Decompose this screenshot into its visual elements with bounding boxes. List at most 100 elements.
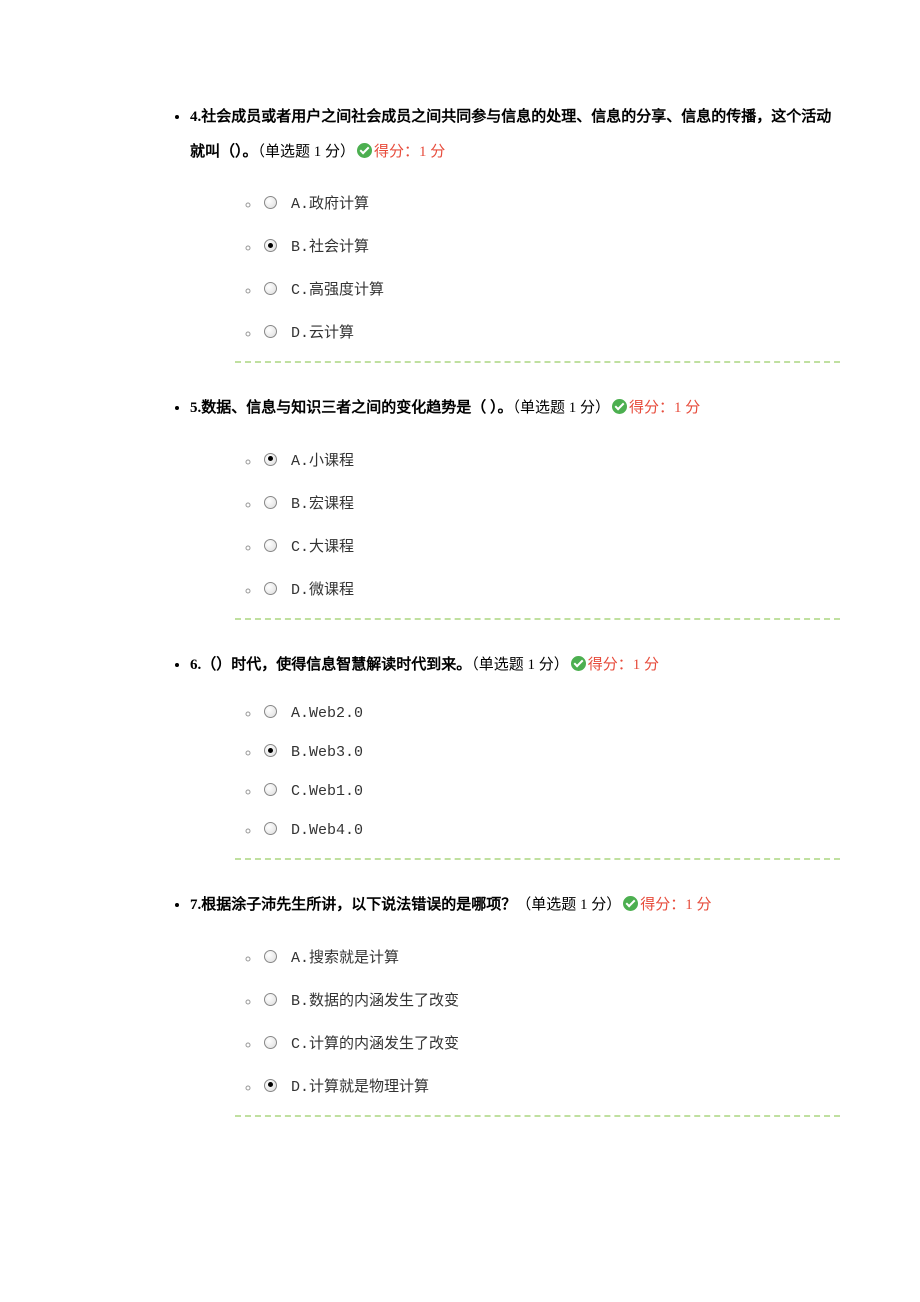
option-letter: A. xyxy=(291,705,309,722)
option-item: B.数据的内涵发生了改变 xyxy=(260,978,840,1021)
question-item: 7.根据涂子沛先生所讲，以下说法错误的是哪项？（单选题 1 分） 得分：1 分 A.… xyxy=(190,888,840,1117)
option-list: A.小课程 B.宏课程 C.大课程 D.微课程 xyxy=(190,438,840,610)
radio-icon[interactable] xyxy=(264,783,277,796)
question-type-label: （单选题 1 分） xyxy=(516,897,621,913)
option-list: A.Web2.0 B.Web3.0 C.Web1.0 D.Web4.0 xyxy=(190,694,840,850)
option-letter: D. xyxy=(291,582,309,599)
option-label: D.计算就是物理计算 xyxy=(291,1079,429,1096)
option-text: 计算的内涵发生了改变 xyxy=(309,1036,459,1053)
option-text: Web1.0 xyxy=(309,783,363,800)
option-label: D.微课程 xyxy=(291,582,354,599)
option-text: 大课程 xyxy=(309,539,354,556)
question-type-label: （单选题 1 分） xyxy=(513,400,611,416)
score-text: 得分：1 分 xyxy=(588,657,659,673)
option-text: 云计算 xyxy=(309,325,354,342)
question-number: 7. xyxy=(190,897,201,913)
option-text: 微课程 xyxy=(309,582,354,599)
question-body: 根据涂子沛先生所讲，以下说法错误的是哪项？ xyxy=(201,897,516,913)
option-label: A.小课程 xyxy=(291,453,354,470)
option-item: C.大课程 xyxy=(260,524,840,567)
option-text: Web2.0 xyxy=(309,705,363,722)
radio-icon[interactable] xyxy=(264,239,277,252)
option-label: A.政府计算 xyxy=(291,196,369,213)
option-item: D.Web4.0 xyxy=(260,811,840,850)
radio-icon[interactable] xyxy=(264,282,277,295)
option-label: C.计算的内涵发生了改变 xyxy=(291,1036,459,1053)
question-text: 4.社会成员或者用户之间社会成员之间共同参与信息的处理、信息的分享、信息的传播，… xyxy=(190,100,840,169)
option-letter: B. xyxy=(291,744,309,761)
radio-icon[interactable] xyxy=(264,325,277,338)
radio-icon[interactable] xyxy=(264,950,277,963)
option-list: A.搜索就是计算 B.数据的内涵发生了改变 C.计算的内涵发生了改变 D.计算就是物理… xyxy=(190,935,840,1107)
question-text: 6.（）时代，使得信息智慧解读时代到来。（单选题 1 分）得分：1 分 xyxy=(190,648,840,683)
option-item: D.云计算 xyxy=(260,310,840,353)
option-item: C.Web1.0 xyxy=(260,772,840,811)
option-letter: A. xyxy=(291,950,309,967)
option-text: Web4.0 xyxy=(309,822,363,839)
option-text: 小课程 xyxy=(309,453,354,470)
question-body: （）时代，使得信息智慧解读时代到来。 xyxy=(201,657,471,673)
radio-icon[interactable] xyxy=(264,705,277,718)
question-text: 7.根据涂子沛先生所讲，以下说法错误的是哪项？（单选题 1 分） 得分：1 分 xyxy=(190,888,840,923)
check-icon xyxy=(357,143,372,158)
option-text: 搜索就是计算 xyxy=(309,950,399,967)
question-text: 5.数据、信息与知识三者之间的变化趋势是（ ）。（单选题 1 分） 得分：1 分 xyxy=(190,391,840,426)
divider xyxy=(235,361,840,363)
question-item: 5.数据、信息与知识三者之间的变化趋势是（ ）。（单选题 1 分） 得分：1 分 A… xyxy=(190,391,840,620)
question-list: 4.社会成员或者用户之间社会成员之间共同参与信息的处理、信息的分享、信息的传播，… xyxy=(80,100,840,1117)
option-letter: D. xyxy=(291,822,309,839)
option-item: A.Web2.0 xyxy=(260,694,840,733)
option-label: D.Web4.0 xyxy=(291,822,363,839)
question-body: 数据、信息与知识三者之间的变化趋势是（ ）。 xyxy=(201,400,512,416)
option-item: C.计算的内涵发生了改变 xyxy=(260,1021,840,1064)
radio-icon[interactable] xyxy=(264,1079,277,1092)
option-item: B.宏课程 xyxy=(260,481,840,524)
score-text: 得分：1 分 xyxy=(629,400,700,416)
radio-icon[interactable] xyxy=(264,539,277,552)
option-label: C.高强度计算 xyxy=(291,282,384,299)
option-item: C.高强度计算 xyxy=(260,267,840,310)
radio-icon[interactable] xyxy=(264,993,277,1006)
radio-icon[interactable] xyxy=(264,822,277,835)
radio-icon[interactable] xyxy=(264,453,277,466)
option-label: D.云计算 xyxy=(291,325,354,342)
option-text: 政府计算 xyxy=(309,196,369,213)
option-letter: B. xyxy=(291,239,309,256)
radio-icon[interactable] xyxy=(264,196,277,209)
option-text: 高强度计算 xyxy=(309,282,384,299)
option-letter: C. xyxy=(291,783,309,800)
option-item: A.搜索就是计算 xyxy=(260,935,840,978)
option-item: B.Web3.0 xyxy=(260,733,840,772)
option-item: D.微课程 xyxy=(260,567,840,610)
option-label: C.Web1.0 xyxy=(291,783,363,800)
check-icon xyxy=(612,399,627,414)
radio-icon[interactable] xyxy=(264,744,277,757)
question-number: 4. xyxy=(190,109,201,125)
divider xyxy=(235,1115,840,1117)
option-list: A.政府计算 B.社会计算 C.高强度计算 D.云计算 xyxy=(190,181,840,353)
option-label: A.Web2.0 xyxy=(291,705,363,722)
option-text: 计算就是物理计算 xyxy=(309,1079,429,1096)
score-text: 得分：1 分 xyxy=(640,897,711,913)
option-item: B.社会计算 xyxy=(260,224,840,267)
option-label: B.数据的内涵发生了改变 xyxy=(291,993,459,1010)
radio-icon[interactable] xyxy=(264,1036,277,1049)
option-item: D.计算就是物理计算 xyxy=(260,1064,840,1107)
option-label: B.宏课程 xyxy=(291,496,354,513)
question-number: 6. xyxy=(190,657,201,673)
divider xyxy=(235,858,840,860)
option-item: A.小课程 xyxy=(260,438,840,481)
score-text: 得分：1 分 xyxy=(374,144,445,160)
option-letter: D. xyxy=(291,325,309,342)
option-letter: B. xyxy=(291,496,309,513)
option-text: 社会计算 xyxy=(309,239,369,256)
divider xyxy=(235,618,840,620)
question-item: 4.社会成员或者用户之间社会成员之间共同参与信息的处理、信息的分享、信息的传播，… xyxy=(190,100,840,363)
option-letter: B. xyxy=(291,993,309,1010)
option-text: 宏课程 xyxy=(309,496,354,513)
question-number: 5. xyxy=(190,400,201,416)
option-text: Web3.0 xyxy=(309,744,363,761)
radio-icon[interactable] xyxy=(264,496,277,509)
radio-icon[interactable] xyxy=(264,582,277,595)
option-label: C.大课程 xyxy=(291,539,354,556)
